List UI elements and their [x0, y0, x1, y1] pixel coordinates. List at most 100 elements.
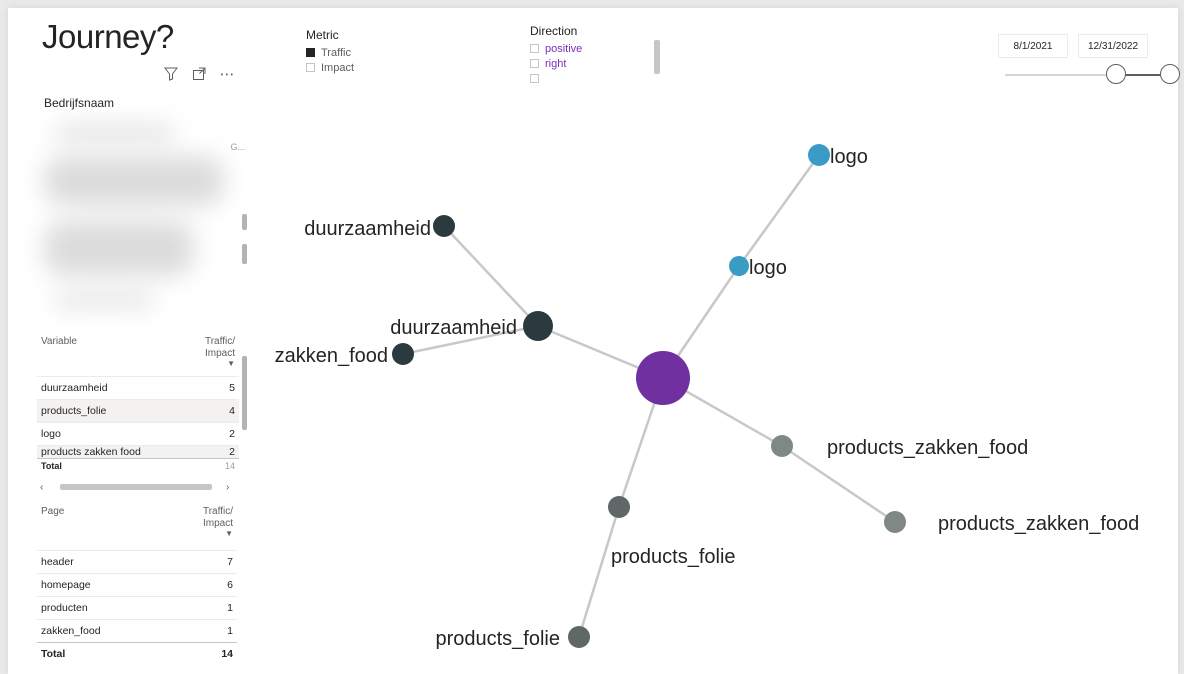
graph-node-pf2[interactable] — [568, 626, 590, 648]
variable-table-vertical-scrollbar[interactable] — [242, 356, 247, 430]
graph-node-label: products_folie — [611, 546, 736, 568]
blurred-company-list — [44, 156, 224, 206]
graph-node-label: logo — [830, 146, 868, 168]
report-title: Journey? — [42, 18, 174, 55]
graph-node-center[interactable] — [636, 351, 690, 405]
variable-name: duurzaamheid — [41, 382, 108, 394]
sort-descending-icon[interactable]: ▼ — [191, 530, 233, 538]
graph-node-label: products_zakken_food — [938, 513, 1139, 535]
page-table: Page Traffic/ Impact ▼ header 7 homepage 6 p… — [37, 506, 237, 665]
page-value: 7 — [227, 556, 233, 568]
table-row[interactable]: header 7 — [37, 550, 237, 573]
scroll-right-icon[interactable]: › — [226, 482, 229, 493]
variable-value: 4 — [229, 405, 235, 417]
checkbox-icon[interactable] — [530, 59, 539, 68]
table-row[interactable]: homepage 6 — [37, 573, 237, 596]
column-header-traffic-impact[interactable]: Traffic/ Impact ▼ — [193, 336, 235, 376]
page-value: 1 — [227, 602, 233, 614]
graph-node-label: logo — [749, 257, 787, 279]
table-row[interactable]: products zakken food 2 — [37, 445, 239, 458]
total-value: 14 — [224, 461, 235, 471]
graph-node-logo1[interactable] — [729, 256, 749, 276]
table-row[interactable]: duurzaamheid 5 — [37, 376, 239, 399]
graph-node-label: zakken_food — [275, 345, 388, 367]
metric-slicer-title: Metric — [306, 28, 339, 42]
scroll-left-icon[interactable]: ‹ — [40, 482, 43, 493]
metric-option-label: Traffic — [321, 46, 351, 59]
filter-icon[interactable] — [160, 64, 182, 84]
graph-edge — [443, 225, 539, 327]
direction-option-positive[interactable]: positive — [530, 41, 582, 56]
graph-node-label: duurzaamheid — [390, 317, 517, 339]
graph-node-pzf2[interactable] — [884, 511, 906, 533]
graph-node-zakken[interactable] — [392, 343, 414, 365]
date-range-start-handle[interactable] — [1106, 64, 1126, 84]
graph-edge — [737, 154, 821, 267]
page-table-header: Page Traffic/ Impact ▼ — [37, 506, 237, 550]
company-slicer-scrollbar[interactable] — [242, 214, 247, 230]
variable-table-body: duurzaamheid 5 products_folie 4 logo 2 product… — [37, 376, 239, 458]
metric-slicer: Metric Traffic Impact — [306, 28, 354, 75]
direction-option-label: positive — [545, 42, 583, 55]
journey-network-graph[interactable]: duurzaamheidduurzaamheidzakken_foodlogol… — [250, 90, 1170, 674]
graph-edge — [577, 506, 621, 638]
page-value: 1 — [227, 625, 233, 637]
visual-header-icons: ⋯ — [160, 64, 238, 84]
column-header-label: Traffic/ Impact — [202, 506, 233, 529]
metric-option-traffic[interactable]: Traffic — [306, 45, 354, 60]
start-date-input[interactable]: 8/1/2021 — [998, 34, 1068, 58]
column-header-traffic-impact[interactable]: Traffic/ Impact ▼ — [191, 506, 233, 550]
company-slicer-scrollbar[interactable] — [242, 244, 247, 264]
page-table-total: Total 14 — [37, 642, 237, 665]
graph-node-label: products_folie — [435, 628, 560, 650]
blurred-company-list — [54, 126, 174, 140]
variable-value: 5 — [229, 382, 235, 394]
graph-node-label: products_zakken_food — [827, 437, 1028, 459]
graph-node-pf1[interactable] — [608, 496, 630, 518]
page-name: header — [41, 556, 74, 568]
direction-option-hidden[interactable] — [530, 71, 582, 86]
table-row[interactable]: logo 2 — [37, 422, 239, 445]
page-table-body: header 7 homepage 6 producten 1 zakken_food 1 — [37, 550, 237, 642]
direction-option-right[interactable]: right — [530, 56, 582, 71]
page-name: zakken_food — [41, 625, 101, 637]
variable-name: logo — [41, 428, 61, 440]
column-header-label: Traffic/ Impact — [204, 336, 235, 359]
checkbox-checked-icon[interactable] — [306, 48, 315, 57]
table-row[interactable]: producten 1 — [37, 596, 237, 619]
focus-mode-icon[interactable] — [188, 64, 210, 84]
date-range-end-handle[interactable] — [1160, 64, 1180, 84]
graph-node-duurz2[interactable] — [523, 311, 553, 341]
variable-table-total: Total 14 — [37, 458, 239, 473]
metric-option-impact[interactable]: Impact — [306, 60, 354, 75]
sort-descending-icon[interactable]: ▼ — [193, 360, 235, 368]
total-label: Total — [41, 648, 66, 660]
direction-slicer-scrollbar[interactable] — [654, 40, 660, 74]
more-options-icon[interactable]: ⋯ — [216, 64, 238, 84]
graph-node-logo2[interactable] — [808, 144, 830, 166]
metric-option-label: Impact — [321, 61, 355, 74]
column-header-page[interactable]: Page — [41, 506, 64, 550]
page-name: homepage — [41, 579, 91, 591]
checkbox-icon[interactable] — [530, 44, 539, 53]
company-slicer-truncated-item[interactable]: G... — [230, 142, 245, 152]
total-value: 14 — [221, 648, 233, 660]
graph-node-duurz1[interactable] — [433, 215, 455, 237]
checkbox-icon[interactable] — [306, 63, 315, 72]
page-value: 6 — [227, 579, 233, 591]
direction-option-label: right — [545, 57, 567, 70]
variable-name: products zakken food — [41, 446, 141, 458]
total-label: Total — [41, 461, 62, 471]
variable-value: 2 — [229, 428, 235, 440]
company-slicer-title: Bedrijfsnaam — [44, 96, 115, 110]
variable-table-header: Variable Traffic/ Impact ▼ — [37, 336, 239, 376]
column-header-variable[interactable]: Variable — [41, 336, 77, 376]
variable-table-horizontal-scrollbar[interactable] — [60, 484, 212, 490]
checkbox-icon[interactable] — [530, 74, 539, 83]
end-date-input[interactable]: 12/31/2022 — [1078, 34, 1148, 58]
table-row[interactable]: zakken_food 1 — [37, 619, 237, 642]
blurred-company-list — [44, 221, 194, 276]
graph-node-pzf1[interactable] — [771, 435, 793, 457]
variable-value: 2 — [229, 446, 235, 458]
table-row[interactable]: products_folie 4 — [37, 399, 239, 422]
